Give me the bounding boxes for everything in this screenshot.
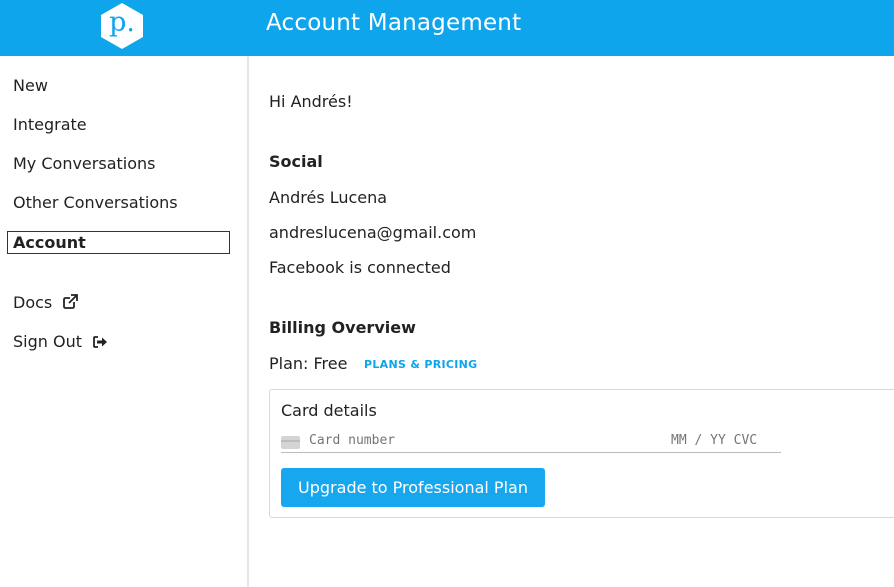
- credit-card-icon: [281, 436, 300, 449]
- sidebar-item-other-conversations[interactable]: Other Conversations: [13, 193, 178, 212]
- sidebar-item-my-conversations[interactable]: My Conversations: [13, 154, 155, 173]
- sidebar-item-new[interactable]: New: [13, 76, 48, 95]
- sidebar-item-label: Docs: [13, 293, 53, 312]
- card-input-row[interactable]: [281, 433, 781, 453]
- card-details-title: Card details: [281, 401, 377, 420]
- sidebar-item-label: Sign Out: [13, 332, 82, 351]
- topbar-logo-area: p.: [0, 0, 249, 56]
- sidebar-item-integrate[interactable]: Integrate: [13, 115, 87, 134]
- external-link-icon: [63, 294, 79, 313]
- card-details-box: Card details Upgrade to Professional Pla…: [269, 389, 894, 518]
- sidebar-item-label: New: [13, 76, 48, 95]
- plans-pricing-link[interactable]: PLANS & PRICING: [364, 358, 478, 371]
- logo[interactable]: p.: [100, 2, 144, 50]
- sidebar-item-label: Other Conversations: [13, 193, 178, 212]
- card-number-input[interactable]: [309, 433, 609, 448]
- page-title: Account Management: [266, 10, 522, 36]
- greeting: Hi Andrés!: [269, 92, 353, 111]
- upgrade-button[interactable]: Upgrade to Professional Plan: [281, 468, 545, 507]
- sidebar-item-account[interactable]: Account: [7, 231, 230, 254]
- sidebar-item-sign-out[interactable]: Sign Out: [13, 332, 108, 352]
- sign-out-icon: [93, 333, 108, 352]
- billing-heading: Billing Overview: [269, 318, 416, 337]
- social-name: Andrés Lucena: [269, 188, 388, 207]
- sidebar-item-docs[interactable]: Docs: [13, 293, 79, 313]
- sidebar-item-label: Account: [13, 233, 86, 252]
- logo-letter: p.: [109, 7, 135, 38]
- social-email: andreslucena@gmail.com: [269, 223, 477, 242]
- sidebar-item-label: Integrate: [13, 115, 87, 134]
- sidebar-item-label: My Conversations: [13, 154, 156, 173]
- facebook-status: Facebook is connected: [269, 258, 451, 277]
- main-content: Hi Andrés! Social Andrés Lucena andreslu…: [251, 56, 894, 587]
- social-heading: Social: [269, 152, 323, 171]
- card-expiry-cvc-input[interactable]: [671, 433, 776, 448]
- plan-label: Plan: Free: [269, 354, 348, 373]
- sidebar: New Integrate My Conversations Other Con…: [0, 56, 249, 587]
